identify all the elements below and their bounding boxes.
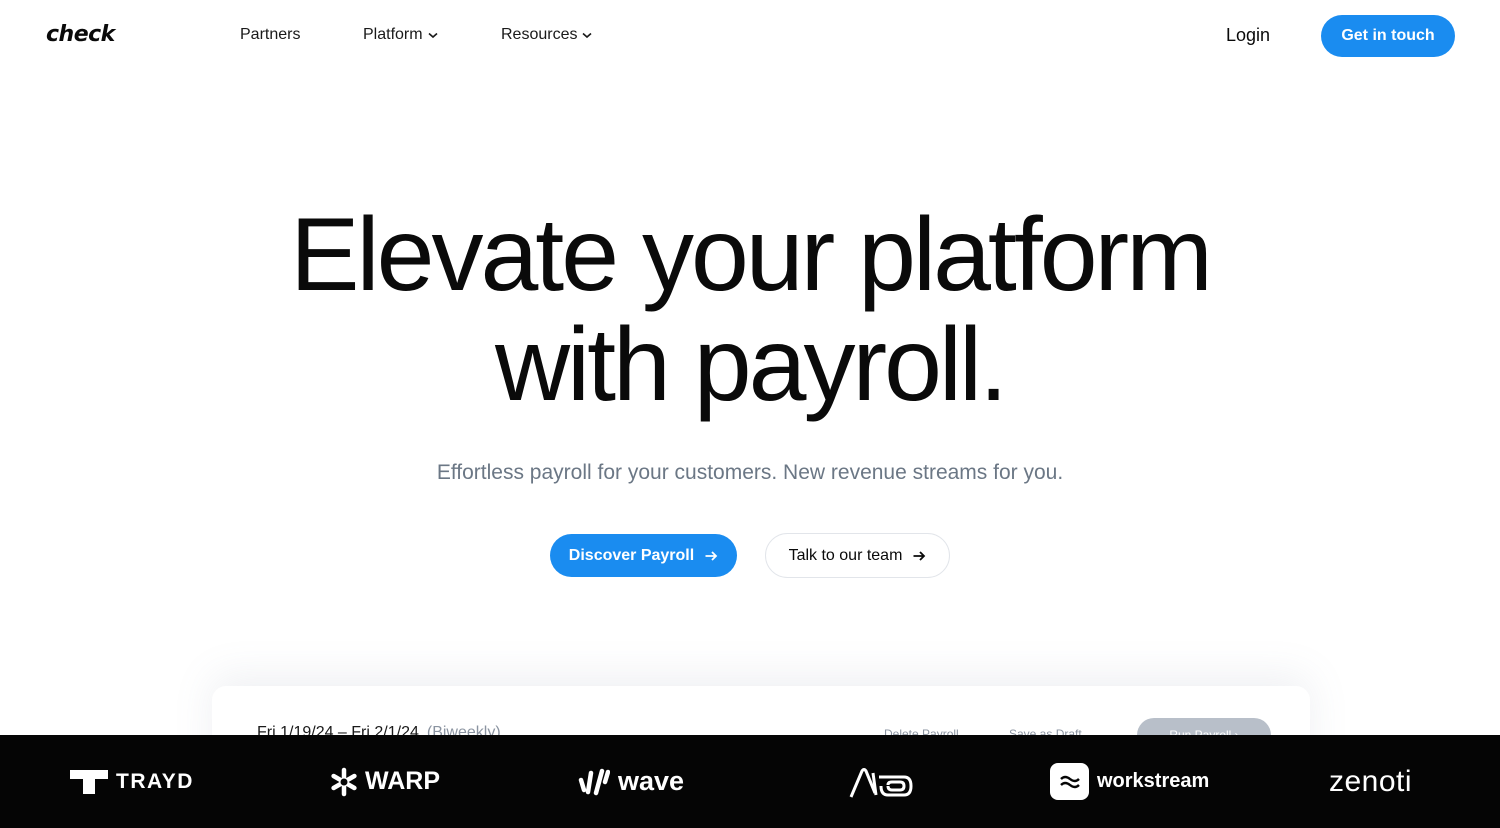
workstream-mark-icon [1050,763,1089,800]
get-in-touch-button[interactable]: Get in touch [1321,15,1455,57]
discover-payroll-label: Discover Payroll [568,546,695,564]
nav-link-partners[interactable]: Partners [240,26,300,44]
discover-payroll-button[interactable]: Discover Payroll [550,534,737,577]
nav-link-label: Resources [501,26,578,43]
trayd-wordmark: TRAYD [116,769,194,793]
aio-logo-icon [849,767,913,798]
wave-wordmark: wave [618,766,685,796]
wave-logo: wave [578,735,684,828]
trayd-mark-icon [70,769,108,794]
hero-subtitle: Effortless payroll for your customers. N… [436,461,1064,484]
zenoti-wordmark: zenoti [1329,764,1413,798]
aio-logo [848,735,914,828]
chevron-down-icon [428,32,438,39]
top-navigation: check Partners Platform Resources Login … [0,0,1500,72]
arrow-right-icon [913,550,926,561]
arrow-right-icon [705,550,718,561]
warp-wordmark: WARP [365,767,440,795]
hero-title-line-1: Elevate your platform [290,197,1213,313]
trayd-logo: TRAYD [70,735,194,828]
hero-title-line-2: with payroll. [494,307,1008,423]
check-logo[interactable]: check [46,22,115,47]
login-link[interactable]: Login [1226,25,1270,46]
workstream-logo: workstream [1050,735,1209,828]
nav-link-label: Platform [363,26,423,43]
nav-link-resources[interactable]: Resources [501,26,593,44]
wave-mark-icon [578,768,610,795]
partner-logo-bar: TRAYD WARP wave workstream zenoti [0,735,1500,828]
warp-asterisk-icon [331,767,357,796]
talk-to-team-label: Talk to our team [788,546,903,564]
zenoti-logo: zenoti [1329,735,1412,828]
nav-link-platform[interactable]: Platform [363,26,439,44]
warp-logo: WARP [329,735,440,828]
hero-title: Elevate your platform with payroll. [0,200,1500,420]
workstream-wordmark: workstream [1097,770,1210,792]
talk-to-team-button[interactable]: Talk to our team [765,533,950,578]
chevron-down-icon [582,32,593,39]
nav-link-label: Partners [240,26,301,43]
